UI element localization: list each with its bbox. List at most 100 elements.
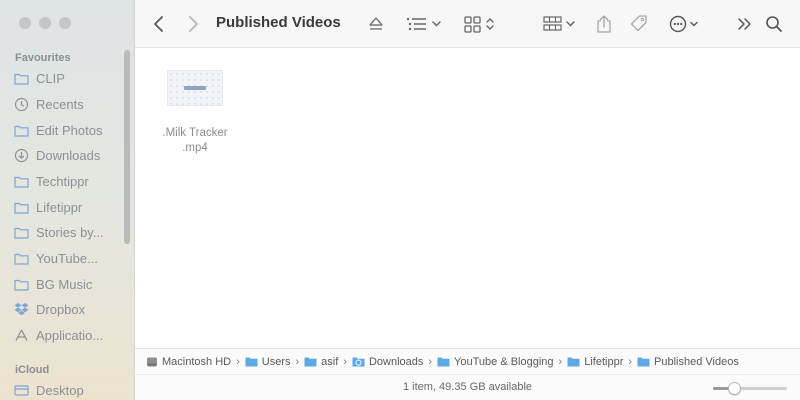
- sidebar-item-label: Desktop: [36, 382, 84, 398]
- share-button[interactable]: [595, 14, 613, 34]
- folder-icon: [14, 253, 29, 265]
- back-button[interactable]: [153, 14, 165, 34]
- sidebar-item-dropbox[interactable]: Dropbox: [14, 299, 124, 319]
- folder-icon: [14, 125, 29, 137]
- search-button[interactable]: [765, 14, 783, 34]
- folder-icon: [14, 176, 29, 188]
- favourites-section-label: Favourites: [15, 52, 71, 64]
- tag-button[interactable]: [629, 14, 649, 34]
- sidebar-item-label: Applicatio...: [36, 327, 104, 343]
- toolbar-overflow-button[interactable]: [736, 14, 754, 34]
- crumb-label: Downloads: [368, 355, 424, 368]
- share-icon: [597, 15, 611, 33]
- sidebar-item-label: Recents: [36, 96, 84, 112]
- finder-window: Favourites CLIP Recents Edit Photos Down…: [0, 0, 800, 400]
- sidebar-item-bg-music[interactable]: BG Music: [14, 274, 124, 294]
- applications-icon: [15, 329, 28, 341]
- folder-icon: [14, 279, 29, 291]
- sidebar: Favourites CLIP Recents Edit Photos Down…: [0, 0, 135, 400]
- grid-view-icon: [464, 16, 494, 33]
- folder-icon: [14, 202, 29, 214]
- more-actions-button[interactable]: [668, 14, 702, 34]
- group-button[interactable]: [543, 14, 577, 34]
- icon-size-slider[interactable]: [713, 382, 787, 395]
- folder-icon: [437, 357, 450, 367]
- sidebar-item-label: Dropbox: [36, 301, 86, 317]
- clock-icon: [14, 97, 29, 111]
- path-separator: ›: [428, 355, 433, 368]
- thumbnail-bar: [184, 86, 206, 90]
- crumb-label: asif: [321, 355, 339, 368]
- folder-icon: [567, 357, 580, 367]
- sidebar-item-label: Downloads: [36, 147, 101, 163]
- status-text: 1 item, 49.35 GB available: [402, 381, 533, 393]
- sidebar-scrollbar[interactable]: [124, 50, 130, 244]
- slider-knob[interactable]: [728, 382, 742, 395]
- list-view-icon: [406, 17, 441, 31]
- download-folder-icon: [352, 357, 365, 367]
- sidebar-item-label: Lifetippr: [36, 199, 83, 215]
- sidebar-item-label: Stories by...: [36, 224, 104, 240]
- sidebar-item-stories[interactable]: Stories by...: [14, 222, 124, 242]
- toolbar: Published Videos: [135, 0, 800, 48]
- sidebar-item-label: CLIP: [36, 70, 65, 86]
- status-bar: 1 item, 49.35 GB available: [135, 374, 800, 400]
- path-crumb-downloads[interactable]: Downloads: [352, 356, 423, 368]
- path-separator: ›: [343, 355, 347, 368]
- path-separator: ›: [295, 355, 300, 368]
- path-crumb-macintosh-hd[interactable]: Macintosh HD: [146, 356, 231, 368]
- path-crumb-lifetippr[interactable]: Lifetippr: [567, 356, 623, 368]
- file-browser-area[interactable]: .Milk Tracker .mp4: [135, 48, 800, 348]
- back-chevron-icon: [154, 16, 163, 32]
- sidebar-item-applications[interactable]: Applicatio...: [14, 325, 124, 345]
- minimize-button[interactable]: [39, 17, 51, 29]
- grid-view-button[interactable]: [464, 14, 496, 34]
- dropbox-icon: [14, 303, 29, 316]
- group-icon: [543, 16, 575, 31]
- view-options-button[interactable]: [405, 14, 443, 34]
- eject-button[interactable]: [367, 14, 385, 34]
- file-name: .Milk Tracker .mp4: [162, 127, 228, 154]
- folder-icon: [637, 357, 650, 367]
- sidebar-item-recents[interactable]: Recents: [14, 94, 124, 114]
- crumb-label: YouTube & Blogging: [454, 355, 554, 368]
- forward-chevron-icon: [189, 16, 198, 32]
- zoom-button[interactable]: [59, 17, 71, 29]
- folder-icon: [245, 357, 258, 367]
- more-icon: [669, 15, 698, 33]
- crumb-label: Macintosh HD: [162, 355, 232, 368]
- path-crumb-users[interactable]: Users: [245, 355, 291, 368]
- download-icon: [14, 148, 29, 162]
- double-chevron-icon: [738, 18, 751, 30]
- sidebar-item-label: BG Music: [36, 276, 93, 292]
- sidebar-item-downloads[interactable]: Downloads: [14, 145, 124, 165]
- forward-button[interactable]: [187, 14, 199, 34]
- path-bar: Macintosh HD › Users › asif › Downloads …: [135, 348, 800, 374]
- path-separator: ›: [628, 355, 633, 368]
- path-separator: ›: [558, 355, 563, 368]
- sidebar-item-techtippr[interactable]: Techtippr: [14, 171, 124, 191]
- sidebar-item-label: Techtippr: [36, 173, 89, 189]
- path-separator: ›: [236, 355, 240, 368]
- path-crumb-published-videos[interactable]: Published Videos: [637, 356, 739, 368]
- search-icon: [766, 16, 782, 32]
- sidebar-item-clip[interactable]: CLIP: [14, 68, 124, 88]
- sidebar-item-youtube[interactable]: YouTube...: [14, 248, 124, 268]
- sidebar-item-label: Edit Photos: [36, 122, 103, 138]
- eject-icon: [369, 17, 383, 30]
- window-title: Published Videos: [216, 14, 341, 31]
- desktop-icon: [14, 384, 29, 396]
- icloud-section-label: iCloud: [15, 364, 50, 376]
- folder-icon: [304, 357, 317, 367]
- path-crumb-youtube-blogging[interactable]: YouTube & Blogging: [437, 356, 554, 368]
- file-item[interactable]: .Milk Tracker .mp4: [155, 70, 235, 156]
- crumb-label: Users: [261, 355, 291, 368]
- folder-icon: [14, 227, 29, 239]
- close-button[interactable]: [19, 17, 31, 29]
- sidebar-item-edit-photos[interactable]: Edit Photos: [14, 120, 124, 140]
- sidebar-item-lifetippr[interactable]: Lifetippr: [14, 197, 124, 217]
- sidebar-item-desktop[interactable]: Desktop: [14, 380, 124, 400]
- path-crumb-asif[interactable]: asif: [304, 356, 338, 368]
- crumb-label: Lifetippr: [584, 355, 624, 368]
- window-controls: [19, 17, 71, 29]
